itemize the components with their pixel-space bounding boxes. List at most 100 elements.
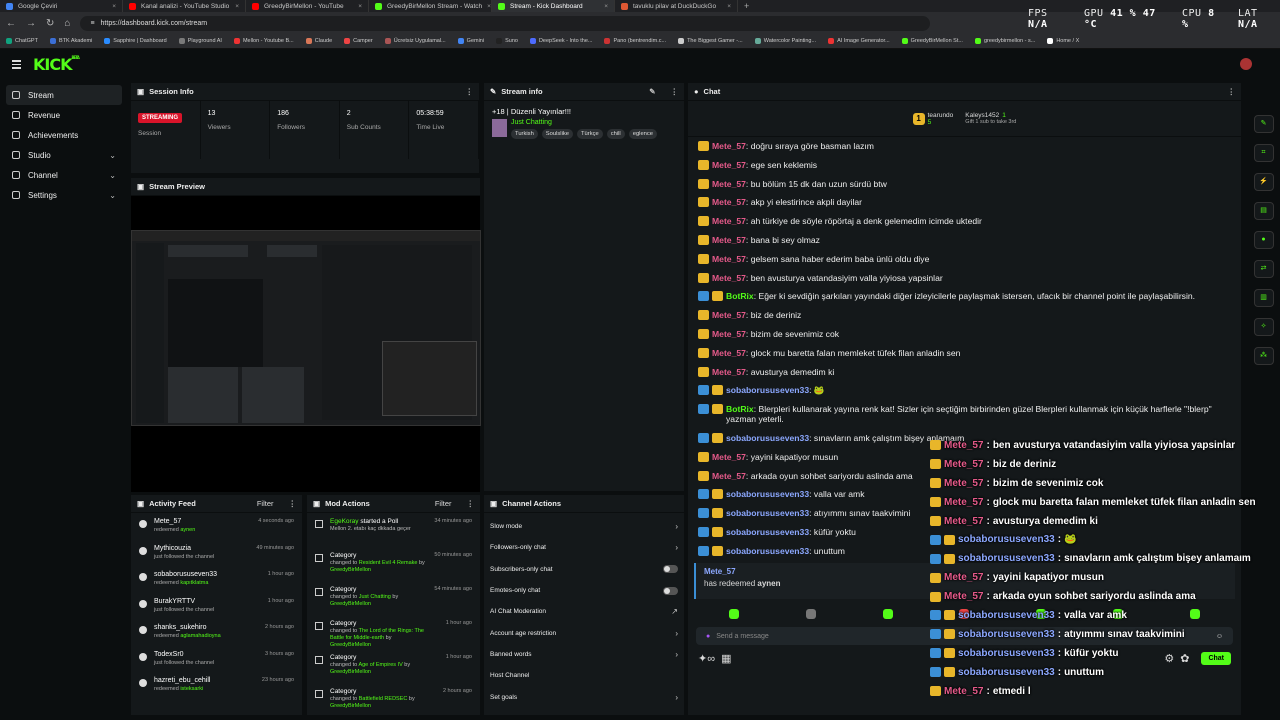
bookmark-item[interactable]: Gemini: [457, 38, 484, 44]
activity-user[interactable]: hazreti_ebu_cehill: [154, 677, 210, 684]
more-icon[interactable]: ⋮: [467, 499, 475, 508]
tag-chip[interactable]: Turkish: [511, 129, 538, 139]
bookmark-item[interactable]: Camper: [344, 38, 373, 44]
tag-chip[interactable]: Soulslike: [541, 129, 573, 139]
url-field[interactable]: ≡ https://dashboard.kick.com/stream: [80, 15, 931, 31]
chat-username[interactable]: sobaborususeven33: [726, 546, 809, 556]
chat-username[interactable]: Mete_57: [712, 141, 746, 151]
chat-username[interactable]: sobaborususeven33: [726, 433, 809, 443]
activity-user[interactable]: Mythicouzia: [154, 545, 214, 552]
apps-icon[interactable]: ⁂: [1253, 347, 1274, 365]
bookmark-item[interactable]: Home / X: [1047, 38, 1079, 44]
site-info-icon[interactable]: ≡: [90, 20, 94, 27]
mod-user[interactable]: EgeKoray: [330, 518, 359, 525]
filter-button[interactable]: Filter: [257, 499, 274, 508]
filter-button[interactable]: Filter: [435, 499, 452, 508]
bookmark-item[interactable]: Sapphire | Dashboard: [104, 38, 167, 44]
close-icon[interactable]: ×: [235, 3, 239, 10]
mod-by[interactable]: GreedyBirMellon: [330, 703, 371, 709]
more-icon[interactable]: ⋮: [1228, 87, 1236, 96]
sidebar-item-settings[interactable]: Settings ⌄: [6, 185, 122, 205]
bookmark-item[interactable]: Pano (bentrendim.c...: [604, 38, 666, 44]
bookmark-item[interactable]: Watercolor Painting...: [754, 38, 816, 44]
activity-user[interactable]: shanks_sukehiro: [154, 624, 221, 631]
sidebar-item-channel[interactable]: Channel ⌄: [6, 165, 122, 185]
channel-action-ai-chat-moderation[interactable]: AI Chat Moderation ↗: [484, 601, 684, 622]
calendar-icon[interactable]: ▦: [721, 652, 731, 665]
mod-by[interactable]: GreedyBirMellon: [330, 642, 371, 648]
chat-username[interactable]: Mete_57: [712, 329, 746, 339]
more-icon[interactable]: ⋮: [671, 87, 679, 96]
tag-chip[interactable]: chill: [606, 129, 625, 139]
more-icon[interactable]: ⋮: [466, 87, 474, 96]
chat-username[interactable]: Mete_57: [712, 310, 746, 320]
activity-user[interactable]: TodexSr0: [154, 651, 214, 658]
stack-icon[interactable]: ▥: [1253, 289, 1274, 307]
stream-preview-video[interactable]: [131, 230, 481, 426]
chat-username[interactable]: Mete_57: [712, 367, 746, 377]
bookmark-item[interactable]: BTK Akademi: [49, 38, 92, 44]
channel-action-host-channel[interactable]: Host Channel: [484, 665, 684, 686]
scan-icon[interactable]: ⌗: [1253, 144, 1274, 162]
more-icon[interactable]: ⋮: [289, 499, 297, 508]
chat-username[interactable]: Mete_57: [712, 471, 746, 481]
close-icon[interactable]: ×: [604, 3, 608, 10]
activity-user[interactable]: sobaborususeven33: [154, 571, 217, 578]
close-icon[interactable]: ×: [727, 3, 731, 10]
clipboard-icon[interactable]: ▤: [1253, 202, 1274, 220]
reload-icon[interactable]: ↻: [46, 18, 54, 29]
chat-username[interactable]: Mete_57: [712, 160, 746, 170]
menu-icon[interactable]: [12, 60, 21, 69]
chat-username[interactable]: Mete_57: [712, 179, 746, 189]
points-icon[interactable]: ✦∞: [698, 652, 715, 665]
browser-tab[interactable]: GreedyBirMellon Stream - Watch ×: [369, 0, 492, 12]
bookmark-item[interactable]: Mellon - Youtube B...: [233, 38, 294, 44]
leader-2[interactable]: Kaleys1452 1: [965, 112, 1016, 119]
pen-icon[interactable]: ✎: [1253, 115, 1274, 133]
message-icon[interactable]: ●: [1253, 231, 1274, 249]
new-tab-icon[interactable]: +: [738, 1, 755, 11]
sidebar-item-studio[interactable]: Studio ⌄: [6, 145, 122, 165]
home-icon[interactable]: ⌂: [64, 18, 70, 29]
tag-chip[interactable]: eglence: [628, 129, 658, 139]
chat-username[interactable]: sobaborususeven33: [726, 385, 809, 395]
browser-tab[interactable]: tavuklu pilav at DuckDuckGo ×: [615, 0, 738, 12]
mod-by[interactable]: GreedyBirMellon: [330, 601, 371, 607]
chat-username[interactable]: sobaborususeven33: [726, 489, 809, 499]
user-avatar[interactable]: [1240, 58, 1252, 70]
channel-action-set-goals[interactable]: Set goals ›: [484, 686, 684, 707]
link-icon[interactable]: ⇄: [1253, 260, 1274, 278]
mic-icon[interactable]: ●: [706, 633, 710, 640]
chat-username[interactable]: Mete_57: [712, 197, 746, 207]
channel-action-followers-only-chat[interactable]: Followers-only chat ›: [484, 537, 684, 558]
mod-by[interactable]: GreedyBirMellon: [330, 567, 371, 573]
toggle-switch[interactable]: [663, 586, 678, 595]
tag-chip[interactable]: Türkçe: [577, 129, 603, 139]
bookmark-item[interactable]: Playground AI: [178, 38, 222, 44]
bookmark-item[interactable]: ChatGPT: [6, 38, 38, 44]
activity-user[interactable]: Mete_57: [154, 518, 195, 525]
bookmark-item[interactable]: DeepSeek - Into the...: [529, 38, 592, 44]
chat-username[interactable]: Mete_57: [712, 452, 746, 462]
bookmark-item[interactable]: greedybirmellon - s...: [974, 38, 1035, 44]
browser-tab[interactable]: Kanal analizi - YouTube Studio ×: [123, 0, 246, 12]
leader-1[interactable]: 1 tearundo 5: [912, 112, 953, 126]
chat-username[interactable]: BotRix: [726, 291, 754, 301]
channel-action-account-age-restriction[interactable]: Account age restriction ›: [484, 622, 684, 643]
chat-username[interactable]: Mete_57: [712, 273, 746, 283]
chat-username[interactable]: Mete_57: [712, 348, 746, 358]
bolt-icon[interactable]: ⚡: [1253, 173, 1274, 191]
close-icon[interactable]: ×: [112, 3, 116, 10]
channel-action-emotes-only-chat[interactable]: Emotes-only chat: [484, 580, 684, 601]
forward-icon[interactable]: →: [26, 18, 36, 29]
bookmark-item[interactable]: Claude: [305, 38, 332, 44]
channel-action-banned-words[interactable]: Banned words ›: [484, 644, 684, 665]
bookmark-item[interactable]: AI Image Generator...: [828, 38, 890, 44]
emote-icon[interactable]: [806, 609, 817, 619]
channel-action-slow-mode[interactable]: Slow mode ›: [484, 516, 684, 537]
bookmark-item[interactable]: Ücretsiz Uygulamal...: [384, 38, 446, 44]
channel-action-subscribers-only-chat[interactable]: Subscribers-only chat: [484, 559, 684, 580]
emote-icon[interactable]: [729, 609, 740, 619]
toggle-switch[interactable]: [663, 565, 678, 574]
chat-username[interactable]: Mete_57: [712, 216, 746, 226]
